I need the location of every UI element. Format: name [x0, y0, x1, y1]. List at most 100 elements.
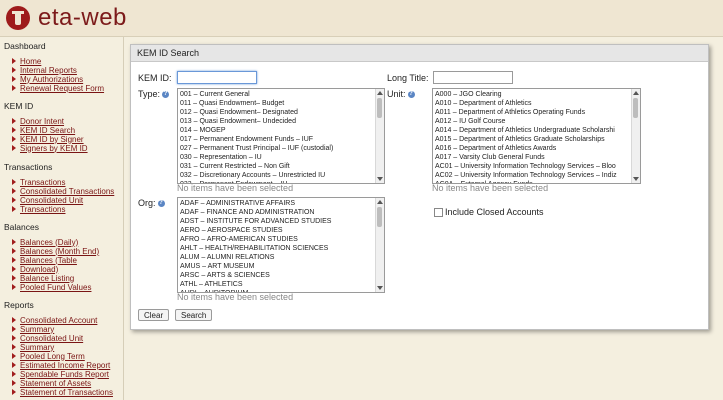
list-option[interactable]: 011 – Quasi Endowment– Budget [180, 99, 374, 108]
search-button[interactable]: Search [175, 309, 213, 321]
sidebar-link[interactable]: Home [20, 57, 41, 66]
list-option[interactable]: ADST – INSTITUTE FOR ADVANCED STUDIES [180, 217, 374, 226]
unit-scrollbar[interactable] [631, 89, 640, 183]
sidebar-link[interactable]: Balances (Month End) [20, 247, 99, 256]
sidebar-link[interactable]: KEM ID by Signer [20, 135, 84, 144]
sidebar-link[interactable]: Summary [20, 343, 54, 352]
scroll-thumb[interactable] [377, 98, 382, 118]
sidebar-link[interactable]: KEM ID Search [20, 126, 75, 135]
sidebar-item[interactable]: Balance Listing [0, 274, 122, 283]
sidebar-link[interactable]: Balances (Daily) [20, 238, 78, 247]
sidebar-link[interactable]: Statement of Assets [20, 379, 91, 388]
sidebar-link[interactable]: Statement of Transactions [20, 388, 113, 397]
sidebar-item[interactable]: Transactions [0, 178, 122, 187]
sidebar-link[interactable]: Pooled Long Term [20, 352, 85, 361]
type-scrollbar[interactable] [375, 89, 384, 183]
scroll-thumb[interactable] [377, 207, 382, 227]
sidebar-item[interactable]: Estimated Income Report [0, 361, 122, 370]
sidebar-link[interactable]: Donor Intent [20, 117, 64, 126]
list-option[interactable]: ALUM – ALUMNI RELATIONS [180, 253, 374, 262]
list-option[interactable]: A014 – Department of Athletics Undergrad… [435, 126, 630, 135]
list-option[interactable]: AHLT – HEALTH/REHABILITATION SCIENCES [180, 244, 374, 253]
sidebar-item[interactable]: Home [0, 57, 122, 66]
list-option[interactable]: A010 – Department of Athletics [435, 99, 630, 108]
sidebar-link[interactable]: Balances (Table [20, 256, 77, 265]
help-icon[interactable]: ? [162, 91, 170, 99]
list-option[interactable]: A015 – Department of Athletics Graduate … [435, 135, 630, 144]
sidebar-item[interactable]: Pooled Long Term [0, 352, 122, 361]
list-option[interactable]: A017 – Varsity Club General Funds [435, 153, 630, 162]
include-closed-accounts[interactable]: Include Closed Accounts [434, 207, 544, 218]
sidebar-item[interactable]: KEM ID Search [0, 126, 122, 135]
list-option[interactable]: 031 – Current Restricted – Non Gift [180, 162, 374, 171]
sidebar-item[interactable]: Download) [0, 265, 122, 274]
sidebar-item[interactable]: My Authorizations [0, 75, 122, 84]
sidebar-link[interactable]: Transactions [20, 205, 66, 214]
scroll-down-icon[interactable] [377, 286, 383, 290]
scroll-up-icon[interactable] [377, 91, 383, 95]
list-option[interactable]: A000 – JGO Clearing [435, 90, 630, 99]
sidebar-item[interactable]: Statement of Transactions [0, 388, 122, 397]
sidebar-item[interactable]: Consolidated Account [0, 316, 122, 325]
list-option[interactable]: A011 – Department of Athletics Operating… [435, 108, 630, 117]
scroll-up-icon[interactable] [377, 200, 383, 204]
sidebar-link[interactable]: Summary [20, 325, 54, 334]
list-option[interactable]: AC01 – University Information Technology… [435, 162, 630, 171]
sidebar-item[interactable]: Signers by KEM ID [0, 144, 122, 153]
sidebar-item[interactable]: Summary [0, 325, 122, 334]
sidebar-item[interactable]: Renewal Request Form [0, 84, 122, 93]
list-option[interactable]: 027 – Permanent Trust Principal – IUF (c… [180, 144, 374, 153]
sidebar-item[interactable]: Consolidated Unit [0, 196, 122, 205]
list-option[interactable]: ADAF – FINANCE AND ADMINISTRATION [180, 208, 374, 217]
sidebar-link[interactable]: Signers by KEM ID [20, 144, 88, 153]
sidebar-item[interactable]: Donor Intent [0, 117, 122, 126]
sidebar-item[interactable]: Spendable Funds Report [0, 370, 122, 379]
list-option[interactable]: A012 – IU Golf Course [435, 117, 630, 126]
sidebar-item[interactable]: Statement of Assets [0, 379, 122, 388]
sidebar-item[interactable]: Summary [0, 343, 122, 352]
scroll-thumb[interactable] [633, 98, 638, 118]
org-select[interactable]: ADAF – ADMINISTRATIVE AFFAIRS ADAF – FINA… [177, 197, 385, 293]
long-title-input[interactable] [433, 71, 513, 84]
logo-icon[interactable] [6, 6, 30, 30]
sidebar-link[interactable]: My Authorizations [20, 75, 83, 84]
help-icon[interactable]: ? [407, 91, 415, 99]
sidebar-item[interactable]: Consolidated Unit [0, 334, 122, 343]
list-option[interactable]: ATHL – ATHLETICS [180, 280, 374, 289]
list-option[interactable]: AERO – AEROSPACE STUDIES [180, 226, 374, 235]
sidebar-item[interactable]: Balances (Daily) [0, 238, 122, 247]
list-option[interactable]: 017 – Permanent Endowment Funds – IUF [180, 135, 374, 144]
clear-button[interactable]: Clear [138, 309, 170, 321]
list-option[interactable]: 032 – Discretionary Accounts – Unrestric… [180, 171, 374, 180]
scroll-up-icon[interactable] [633, 91, 639, 95]
list-option[interactable]: 012 – Quasi Endowment– Designated [180, 108, 374, 117]
list-option[interactable]: 013 – Quasi Endowment– Undecided [180, 117, 374, 126]
list-option[interactable]: 030 – Representation – IU [180, 153, 374, 162]
kem-id-input[interactable] [177, 71, 257, 84]
type-select[interactable]: 001 – Current General 011 – Quasi Endowme… [177, 88, 385, 184]
sidebar-link[interactable]: Spendable Funds Report [20, 370, 109, 379]
list-option[interactable]: 014 – MOGEP [180, 126, 374, 135]
sidebar-item[interactable]: Transactions [0, 205, 122, 214]
sidebar-link[interactable]: Consolidated Account [20, 316, 97, 325]
sidebar-item[interactable]: Balances (Month End) [0, 247, 122, 256]
list-option[interactable]: AC02 – University Information Technology… [435, 171, 630, 180]
sidebar-item[interactable]: Internal Reports [0, 66, 122, 75]
unit-select[interactable]: A000 – JGO Clearing A010 – Department of … [432, 88, 641, 184]
scroll-down-icon[interactable] [377, 177, 383, 181]
help-icon[interactable]: ? [157, 200, 165, 208]
include-closed-checkbox[interactable] [434, 208, 443, 218]
sidebar-link[interactable]: Consolidated Unit [20, 196, 83, 205]
list-option[interactable]: A016 – Department of Athletics Awards [435, 144, 630, 153]
list-option[interactable]: ARSC – ARTS & SCIENCES [180, 271, 374, 280]
scroll-down-icon[interactable] [633, 177, 639, 181]
list-option[interactable]: AMUS – ART MUSEUM [180, 262, 374, 271]
list-option[interactable]: ADAF – ADMINISTRATIVE AFFAIRS [180, 199, 374, 208]
sidebar-link[interactable]: Transactions [20, 178, 66, 187]
list-option[interactable]: AFRO – AFRO-AMERICAN STUDIES [180, 235, 374, 244]
list-option[interactable]: 001 – Current General [180, 90, 374, 99]
sidebar-link[interactable]: Estimated Income Report [20, 361, 110, 370]
org-scrollbar[interactable] [375, 198, 384, 292]
sidebar-link[interactable]: Pooled Fund Values [20, 283, 91, 292]
sidebar-item[interactable]: KEM ID by Signer [0, 135, 122, 144]
